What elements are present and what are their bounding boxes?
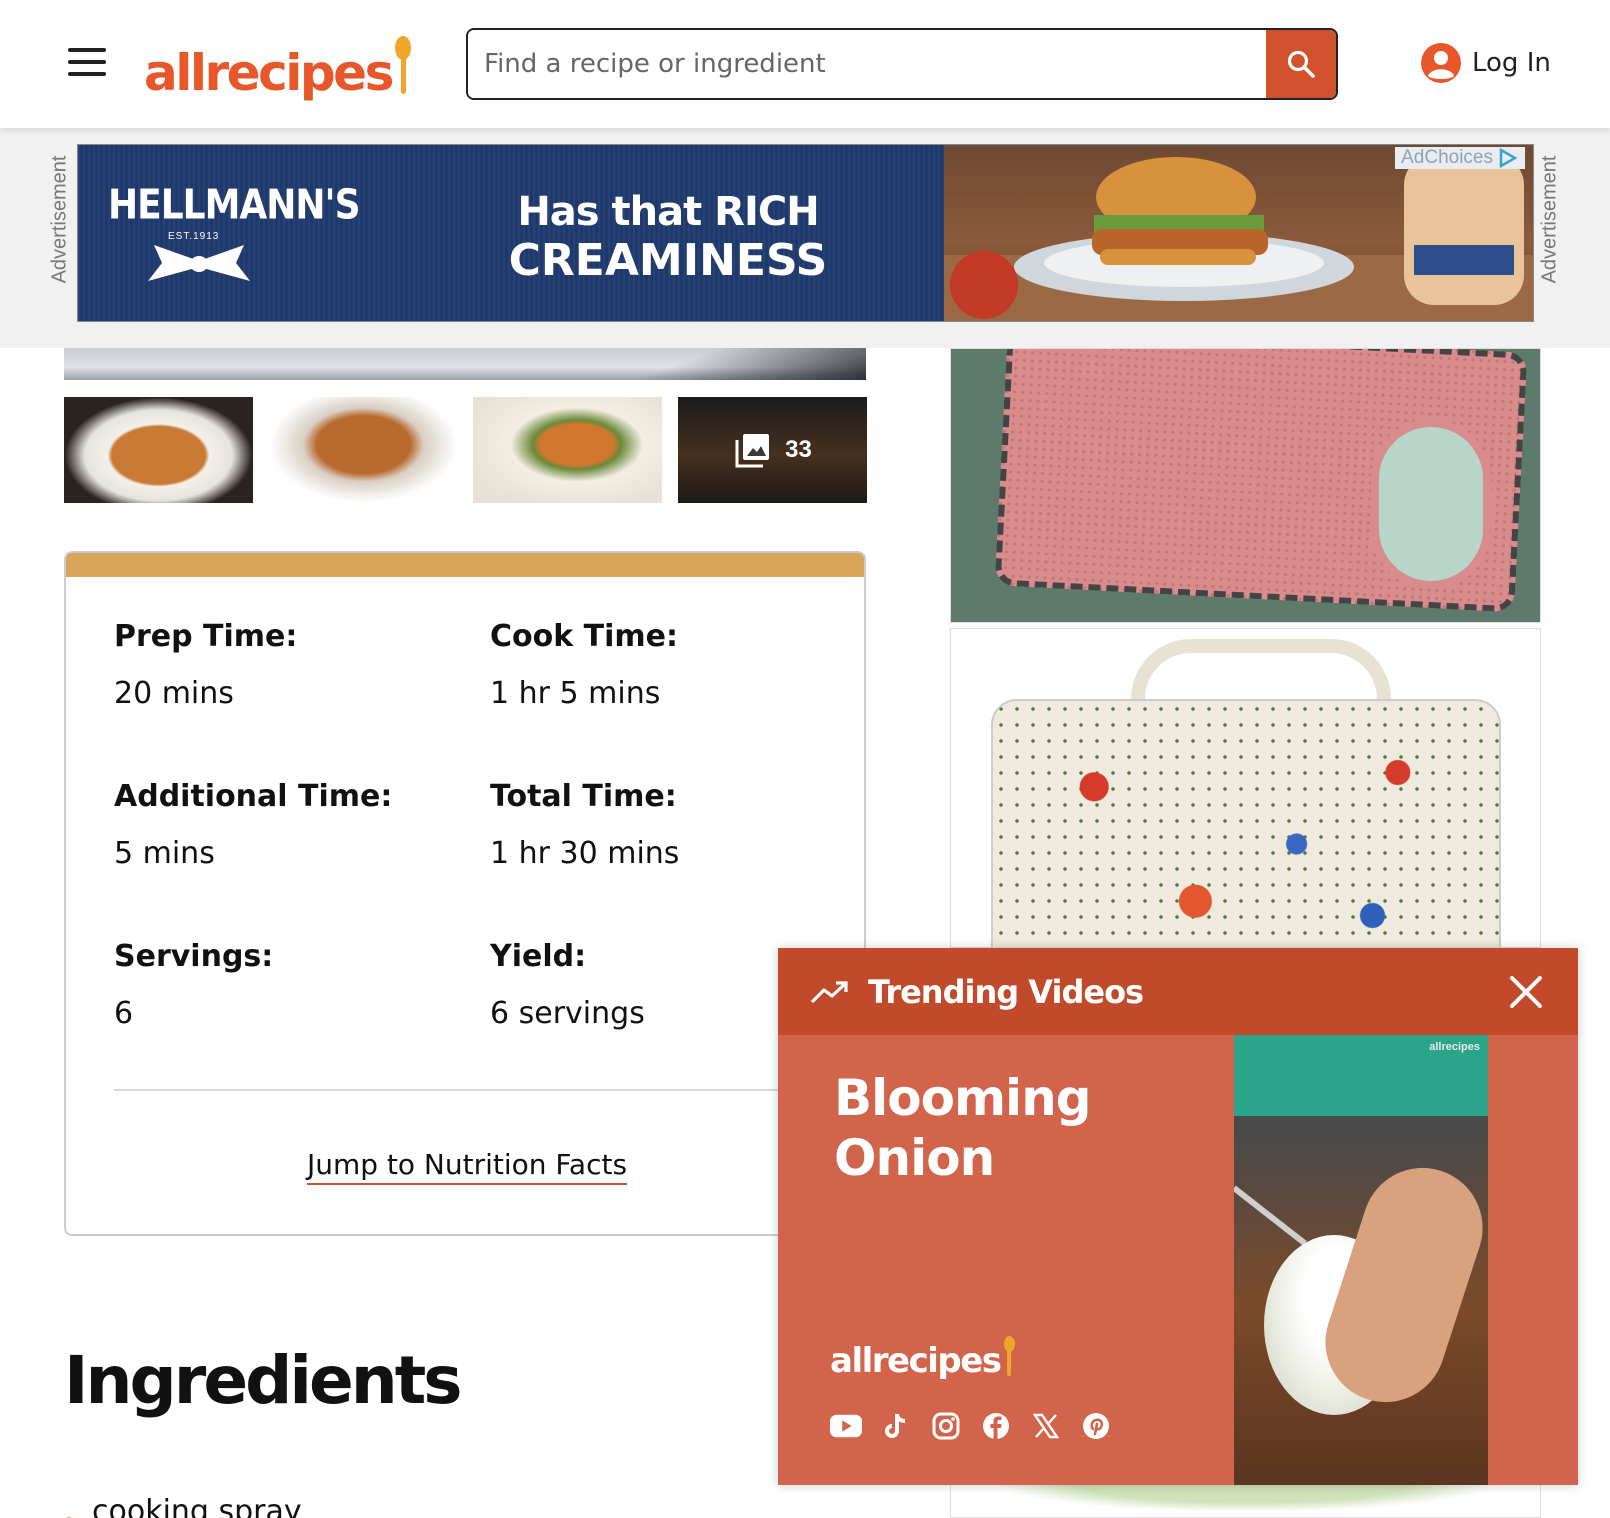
- detail-total-time: Total Time: 1 hr 30 mins: [490, 779, 680, 871]
- x-icon[interactable]: [1030, 1410, 1062, 1442]
- facebook-icon[interactable]: [980, 1410, 1012, 1442]
- search-button[interactable]: [1266, 30, 1336, 98]
- ad-headline-1: Has that RICH: [517, 189, 819, 235]
- main-recipe-photo[interactable]: [64, 348, 866, 380]
- spoon-icon: [1003, 1336, 1015, 1378]
- adchoices-button[interactable]: AdChoices: [1395, 147, 1525, 169]
- divider: [114, 1089, 820, 1091]
- search-bar: [466, 28, 1338, 100]
- menu-icon[interactable]: [68, 48, 106, 76]
- allrecipes-logo[interactable]: allrecipes: [830, 1336, 1015, 1378]
- burger-illustration: [944, 155, 1533, 321]
- gallery-thumbnail[interactable]: [473, 397, 662, 503]
- search-input[interactable]: [468, 30, 1266, 98]
- recipe-details-card: Prep Time: 20 mins Cook Time: 1 hr 5 min…: [64, 551, 866, 1236]
- sidebar-ad-bottom[interactable]: [950, 1482, 1541, 1518]
- video-title[interactable]: Blooming Onion: [834, 1068, 1214, 1188]
- login-button[interactable]: Log In: [1420, 42, 1551, 84]
- ingredients-heading: Ingredients: [64, 1342, 463, 1419]
- user-avatar-icon: [1421, 43, 1461, 83]
- sidebar-ad-floral-bag[interactable]: [950, 628, 1541, 948]
- tiktok-icon[interactable]: [880, 1410, 912, 1442]
- bow-icon: [148, 245, 250, 281]
- ad-brand: HELLMANN'S: [108, 181, 360, 230]
- gallery-thumbnail[interactable]: [64, 397, 253, 503]
- close-icon[interactable]: [1504, 970, 1548, 1014]
- advertisement-label: Advertisement: [1538, 155, 1561, 284]
- allrecipes-logo[interactable]: allrecipes: [144, 34, 412, 98]
- photo-gallery-icon: [735, 434, 770, 468]
- detail-servings: Servings: 6: [114, 939, 274, 1031]
- gallery-more-thumbnail[interactable]: 33: [678, 397, 867, 503]
- gallery-thumbnail[interactable]: [269, 397, 458, 503]
- social-links: [830, 1410, 1112, 1442]
- ad-headline-2: CREAMINESS: [508, 235, 828, 286]
- sidebar-ad-towel[interactable]: [950, 348, 1541, 623]
- search-icon: [1287, 50, 1315, 78]
- video-thumbnail[interactable]: allrecipes: [1234, 1035, 1488, 1485]
- trending-videos-title: Trending Videos: [868, 972, 1144, 1011]
- trending-videos-header: Trending Videos: [778, 948, 1578, 1035]
- photo-count: 33: [785, 436, 812, 463]
- pinterest-icon[interactable]: [1080, 1410, 1112, 1442]
- detail-cook-time: Cook Time: 1 hr 5 mins: [490, 619, 678, 711]
- ad-photo-burger: [944, 145, 1533, 321]
- login-label: Log In: [1472, 48, 1551, 78]
- youtube-icon[interactable]: [830, 1410, 862, 1442]
- ingredient-item: cooking spray: [64, 1494, 302, 1518]
- advertisement-label: Advertisement: [48, 155, 71, 284]
- trending-up-icon: [810, 980, 848, 1003]
- detail-prep-time: Prep Time: 20 mins: [114, 619, 298, 711]
- site-header: allrecipes Log In: [0, 0, 1610, 128]
- video-watermark: allrecipes: [1429, 1041, 1480, 1053]
- adchoices-icon: [1499, 147, 1518, 169]
- ad-banner-area: Advertisement Advertisement HELLMANN'S E…: [0, 128, 1610, 348]
- instagram-icon[interactable]: [930, 1410, 962, 1442]
- card-accent-bar: [66, 553, 864, 577]
- trending-videos-player: Trending Videos Blooming Onion allrecipe…: [778, 948, 1578, 1485]
- detail-additional-time: Additional Time: 5 mins: [114, 779, 393, 871]
- spoon-icon: [394, 36, 412, 98]
- hellmanns-ad[interactable]: HELLMANN'S EST.1913 Has that RICH CREAMI…: [77, 144, 1534, 322]
- jump-to-nutrition-link[interactable]: Jump to Nutrition Facts: [306, 1148, 628, 1185]
